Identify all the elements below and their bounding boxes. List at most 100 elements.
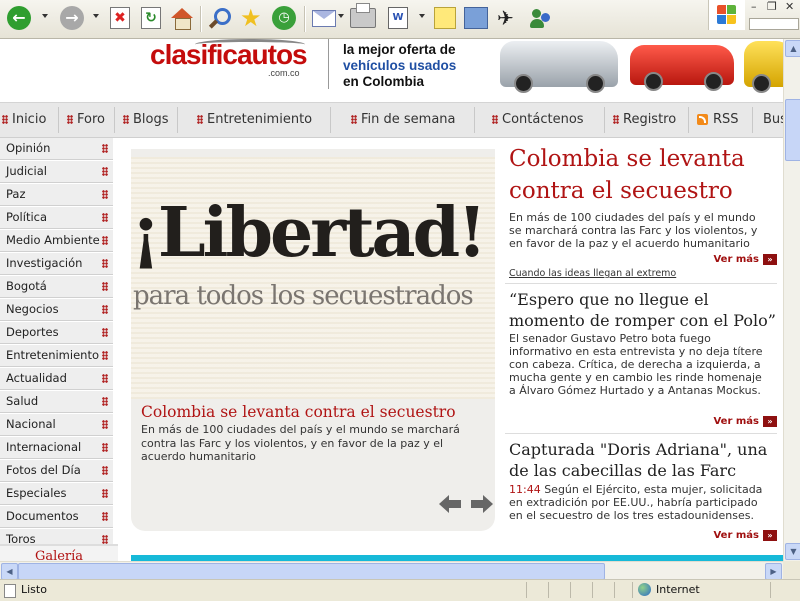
forward-button[interactable]: →	[60, 5, 84, 31]
favorites-button[interactable]: ★	[240, 5, 262, 31]
feature-hero-image[interactable]: ¡Libertad! para todos los secuestrados	[131, 157, 495, 399]
news-time: 11:44	[509, 483, 541, 496]
horizontal-scrollbar[interactable]: ◀ ▶	[0, 561, 783, 580]
home-icon	[171, 8, 193, 30]
sidebar-item-internacional[interactable]: Internacional	[0, 437, 113, 459]
discuss-icon	[434, 7, 456, 29]
nav-item-rss[interactable]: RSS	[697, 112, 739, 127]
sidebar-item-opinion[interactable]: Opinión	[0, 138, 113, 160]
news-title-1[interactable]: Colombia se levanta contra el secuestro	[509, 143, 777, 207]
grip-icon	[102, 397, 108, 406]
edit-word-button[interactable]: W	[388, 5, 408, 31]
clasificautos-logo[interactable]: clasificautos	[150, 39, 308, 71]
grip-icon	[102, 167, 108, 176]
search-button[interactable]	[208, 5, 231, 31]
print-button[interactable]	[350, 3, 376, 31]
forward-dropdown-icon[interactable]	[93, 14, 99, 18]
horizontal-scroll-thumb[interactable]	[18, 563, 605, 580]
sidebar-item-paz[interactable]: Paz	[0, 184, 113, 206]
sidebar-item-judicial[interactable]: Judicial	[0, 161, 113, 183]
ver-mas-link-2[interactable]: Ver más»	[713, 416, 777, 427]
scroll-down-icon[interactable]: ▼	[785, 543, 800, 560]
sidebar-item-salud[interactable]: Salud	[0, 391, 113, 413]
messenger-button[interactable]: ✈	[497, 5, 514, 31]
news-title-2[interactable]: “Espero que no llegue el momento de romp…	[509, 289, 777, 331]
sidebar-gallery-label[interactable]: Galería	[0, 544, 118, 561]
close-icon[interactable]: ✕	[785, 0, 794, 13]
mail-button[interactable]	[312, 5, 336, 31]
vertical-scrollbar[interactable]: ▲ ▼	[783, 39, 800, 561]
sidebar-item-negocios[interactable]: Negocios	[0, 299, 113, 321]
vertical-scroll-thumb[interactable]	[785, 99, 800, 161]
msn-button[interactable]	[530, 5, 552, 31]
sidebar-item-bogota[interactable]: Bogotá	[0, 276, 113, 298]
scroll-up-icon[interactable]: ▲	[785, 40, 800, 57]
research-button[interactable]	[464, 5, 488, 31]
grip-icon	[102, 305, 108, 314]
feature-title-link[interactable]: Colombia se levanta contra el secuestro	[141, 403, 456, 421]
scroll-left-icon[interactable]: ◀	[1, 563, 18, 580]
history-button[interactable]: ◷	[272, 5, 296, 31]
news-title-3[interactable]: Capturada "Doris Adriana", una de las ca…	[509, 439, 777, 481]
favorites-icon: ★	[240, 4, 262, 32]
sidebar-item-fotos-del-dia[interactable]: Fotos del Día	[0, 460, 113, 482]
page-loaded-icon	[4, 584, 16, 598]
news-column: Colombia se levanta contra el secuestro …	[495, 139, 783, 561]
nav-item-contactenos[interactable]: Contáctenos	[492, 112, 584, 127]
logo-suffix: .com.co	[268, 68, 300, 78]
nav-item-registro[interactable]: Registro	[613, 112, 676, 127]
back-button[interactable]: ←	[7, 5, 31, 31]
nav-item-inicio[interactable]: Inicio	[2, 112, 46, 127]
sidebar-item-medio-ambiente[interactable]: Medio Ambiente	[0, 230, 113, 252]
grip-icon	[102, 351, 108, 360]
grip-icon	[102, 213, 108, 222]
scroll-right-icon[interactable]: ▶	[765, 563, 782, 580]
sidebar-item-documentos[interactable]: Documentos	[0, 506, 113, 528]
banner-tagline[interactable]: la mejor oferta de vehículos usados en C…	[343, 42, 456, 90]
ver-mas-link-1[interactable]: Ver más»	[713, 254, 777, 265]
sidebar-item-actualidad[interactable]: Actualidad	[0, 368, 113, 390]
grip-icon	[102, 535, 108, 544]
hero-headline: ¡Libertad!	[131, 193, 487, 273]
minimize-icon[interactable]: –	[751, 0, 757, 13]
banner-divider	[328, 39, 329, 89]
previous-arrow-icon[interactable]	[439, 495, 463, 513]
grip-icon	[102, 443, 108, 452]
sidebar-item-investigacion[interactable]: Investigación	[0, 253, 113, 275]
sidebar-item-deportes[interactable]: Deportes	[0, 322, 113, 344]
grip-icon	[67, 115, 73, 124]
car-red-image[interactable]	[630, 45, 734, 91]
car-silver-image[interactable]	[500, 41, 618, 93]
mail-icon	[312, 9, 336, 27]
grip-icon	[2, 115, 8, 124]
restore-icon[interactable]: ❐	[767, 0, 777, 13]
sidebar-item-politica[interactable]: Política	[0, 207, 113, 229]
discuss-button[interactable]	[434, 5, 456, 31]
refresh-button[interactable]: ↻	[141, 5, 161, 31]
nav-item-entretenimiento[interactable]: Entretenimiento	[197, 112, 312, 127]
grip-icon	[102, 374, 108, 383]
next-arrow-icon[interactable]	[471, 495, 495, 513]
stop-button[interactable]: ✖	[110, 5, 130, 31]
nav-item-fin-de-semana[interactable]: Fin de semana	[351, 112, 456, 127]
sidebar-item-entretenimiento[interactable]: Entretenimiento	[0, 345, 113, 367]
car-yellow-image[interactable]	[744, 41, 783, 93]
tagline-line1: la mejor oferta de	[343, 42, 456, 57]
home-button[interactable]	[171, 5, 193, 31]
grip-icon	[102, 259, 108, 268]
grip-icon	[102, 144, 108, 153]
sidebar-item-nacional[interactable]: Nacional	[0, 414, 113, 436]
print-icon	[350, 3, 376, 28]
nav-item-foro[interactable]: Foro	[67, 112, 105, 127]
stop-icon: ✖	[110, 7, 130, 29]
logo-text-part2: autos	[236, 39, 308, 70]
ver-mas-link-3[interactable]: Ver más»	[713, 530, 777, 541]
refresh-icon: ↻	[141, 7, 161, 29]
back-dropdown-icon[interactable]	[42, 14, 48, 18]
main-navigation: Inicio Foro Blogs Entretenimiento Fin de…	[0, 102, 783, 138]
nav-item-buscar[interactable]: Bus	[763, 112, 783, 127]
edit-word-icon: W	[388, 7, 408, 29]
nav-item-blogs[interactable]: Blogs	[123, 112, 169, 127]
related-link[interactable]: Cuando las ideas llegan al extremo	[509, 268, 676, 279]
sidebar-item-especiales[interactable]: Especiales	[0, 483, 113, 505]
